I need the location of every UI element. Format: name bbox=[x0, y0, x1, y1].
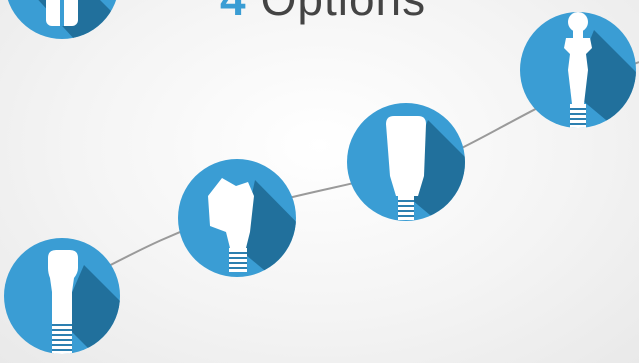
angled-abutment-icon bbox=[178, 159, 296, 277]
short-abutment-icon bbox=[4, 238, 120, 354]
partial-top-left-icon bbox=[7, 0, 119, 39]
abutment-options-illustration bbox=[4, 0, 639, 354]
straight-abutment-icon bbox=[347, 103, 465, 221]
ball-abutment-icon bbox=[520, 12, 636, 128]
